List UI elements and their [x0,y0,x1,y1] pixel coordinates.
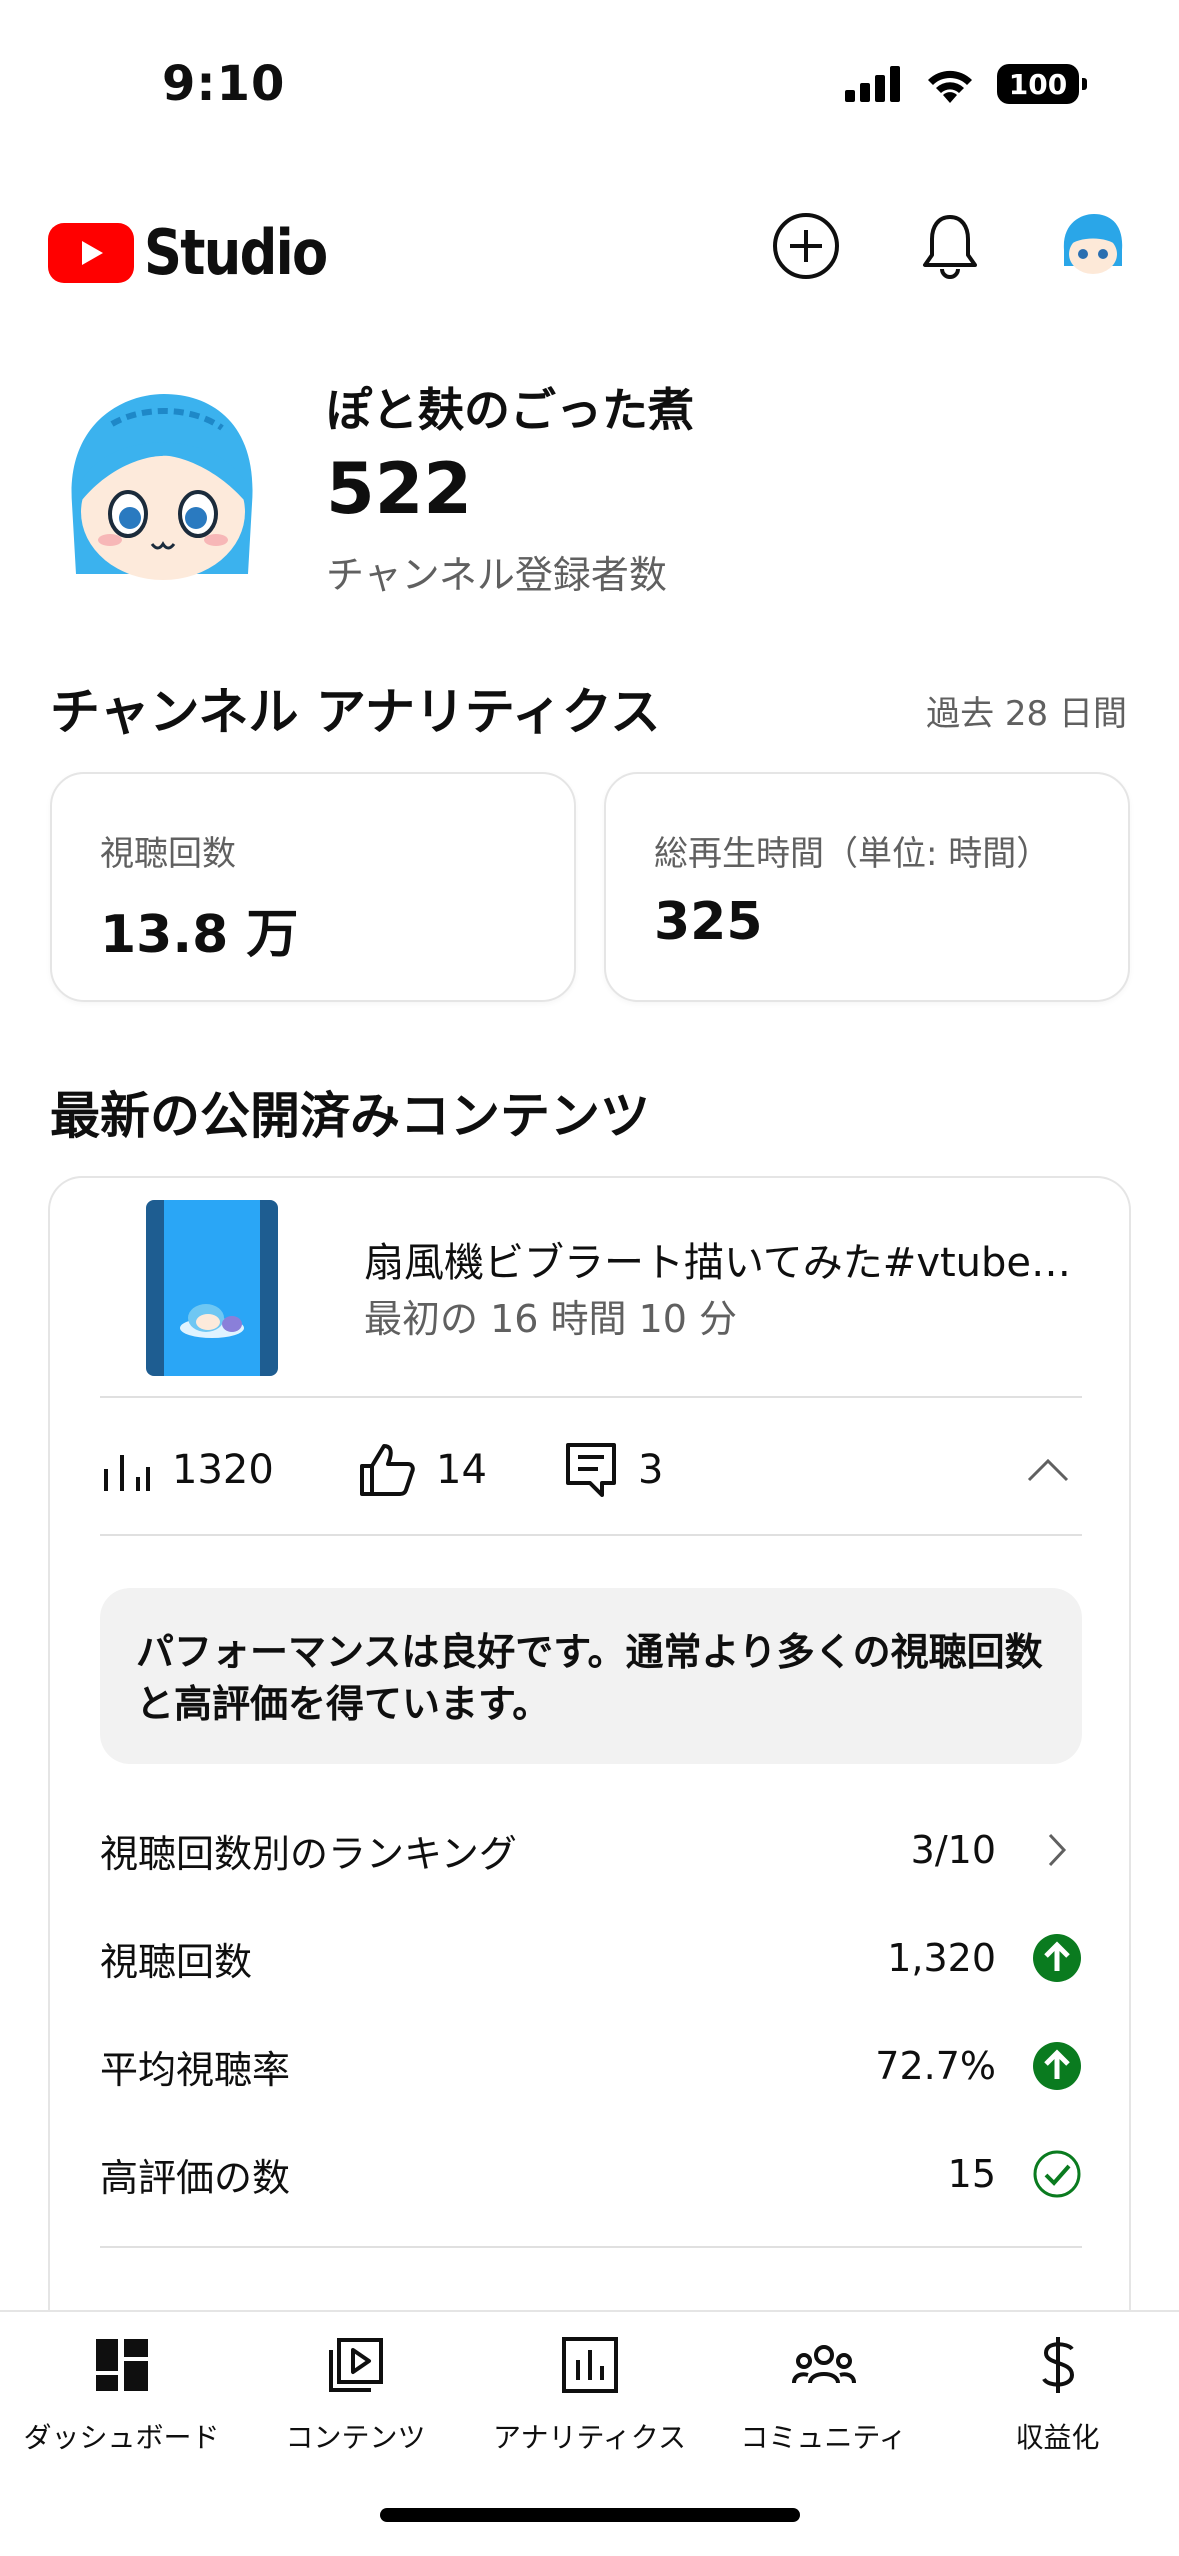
ranking-row[interactable]: 視聴回数別のランキング 3/10 [100,1812,1082,1888]
app-header: Studio [0,190,1179,300]
avg-view-rate-row: 平均視聴率 72.7% [100,2028,1082,2104]
divider [100,1534,1082,1536]
channel-name: ぽと麸のごった煮 [326,383,694,437]
dollar-icon [1023,2330,1093,2400]
likes-row: 高評価の数 15 [100,2136,1082,2212]
views-metric: 1320 [100,1430,274,1510]
home-indicator [380,2508,800,2522]
row-label: 視聴回数 [100,1939,253,1984]
comments-metric: 3 [564,1430,663,1510]
arrow-up-circle-icon [1032,2041,1082,2091]
comment-icon [566,1443,616,1497]
nav-item-dashboard[interactable]: ダッシュボード [4,2330,239,2470]
nav-item-analytics[interactable]: アナリティクス [472,2330,707,2470]
add-circle-icon [773,213,839,279]
analytics-icon [555,2330,625,2400]
video-timeframe: 最初の 16 時間 10 分 [364,1297,738,1341]
wifi-icon [928,70,972,103]
collapse-button[interactable] [1022,1444,1074,1496]
create-button[interactable] [768,208,844,284]
likes-metric: 14 [358,1430,487,1510]
status-icons: 100 [845,64,1087,104]
bar-chart-icon [104,1455,150,1491]
bell-icon [923,215,977,279]
likes-value: 14 [436,1447,487,1493]
logo-text: Studio [144,216,328,289]
row-value: 15 [947,2152,996,2196]
chevron-right-icon [1032,1825,1082,1875]
thumbnail-image [164,1200,260,1376]
subscriber-count-label: チャンネル登録者数 [326,553,667,597]
views-row: 視聴回数 1,320 [100,1920,1082,1996]
nav-label: コミュニティ [740,2421,907,2454]
divider [100,2246,1082,2248]
nav-label: 収益化 [1015,2421,1100,2454]
account-avatar[interactable] [1056,210,1130,284]
status-bar: 9:10 100 [0,0,1179,150]
dashboard-icon [87,2330,157,2400]
video-title[interactable]: 扇風機ビブラート描いてみた#vtuber… [364,1230,1084,1288]
stat-label: 総再生時間（単位: 時間） [654,834,1051,874]
latest-content-card: 扇風機ビブラート描いてみた#vtuber… 最初の 16 時間 10 分 132… [48,1176,1131,2456]
watch-time-stat-card[interactable]: 総再生時間（単位: 時間） 325 [604,772,1130,1002]
thumbs-up-icon [360,1444,415,1496]
youtube-play-icon [48,222,134,283]
comments-value: 3 [638,1447,664,1493]
youtube-studio-logo: Studio [48,216,359,289]
stat-value: 325 [654,892,763,952]
views-value: 1320 [172,1447,274,1493]
nav-item-monetization[interactable]: 収益化 [940,2330,1175,2470]
battery-indicator: 100 [997,64,1087,104]
cellular-signal-icon [845,66,900,102]
arrow-up-circle-icon [1032,1933,1082,1983]
divider [100,1396,1082,1398]
nav-item-content[interactable]: コンテンツ [238,2330,473,2470]
stat-label: 視聴回数 [100,834,236,874]
community-icon [789,2330,859,2400]
row-label: 視聴回数別のランキング [100,1831,517,1876]
nav-label: ダッシュボード [23,2421,220,2454]
video-thumbnail[interactable] [146,1200,278,1376]
row-label: 平均視聴率 [100,2047,291,2092]
nav-label: アナリティクス [493,2421,686,2454]
row-value: 72.7% [875,2044,996,2088]
content-icon [321,2330,391,2400]
nav-label: コンテンツ [285,2421,426,2454]
views-stat-card[interactable]: 視聴回数 13.8 万 [50,772,576,1002]
chevron-up-icon [1027,1458,1069,1482]
channel-avatar[interactable] [52,384,274,606]
notifications-button[interactable] [912,208,988,284]
performance-insight: パフォーマンスは良好です。通常より多くの視聴回数と高評価を得ています。 [100,1588,1082,1764]
channel-summary: ぽと麸のごった煮 522 チャンネル登録者数 [0,360,1179,600]
row-value: 3/10 [910,1828,996,1872]
check-circle-icon [1032,2149,1082,2199]
stat-value: 13.8 万 [100,905,299,965]
latest-content-title: 最新の公開済みコンテンツ [50,1087,650,1145]
analytics-period: 過去 28 日間 [926,694,1127,734]
subscriber-count: 522 [326,448,473,530]
nav-item-community[interactable]: コミュニティ [706,2330,941,2470]
row-label: 高評価の数 [100,2155,291,2200]
row-value: 1,320 [887,1936,996,1980]
status-time: 9:10 [162,56,286,112]
analytics-section-title: チャンネル アナリティクス [50,683,661,741]
